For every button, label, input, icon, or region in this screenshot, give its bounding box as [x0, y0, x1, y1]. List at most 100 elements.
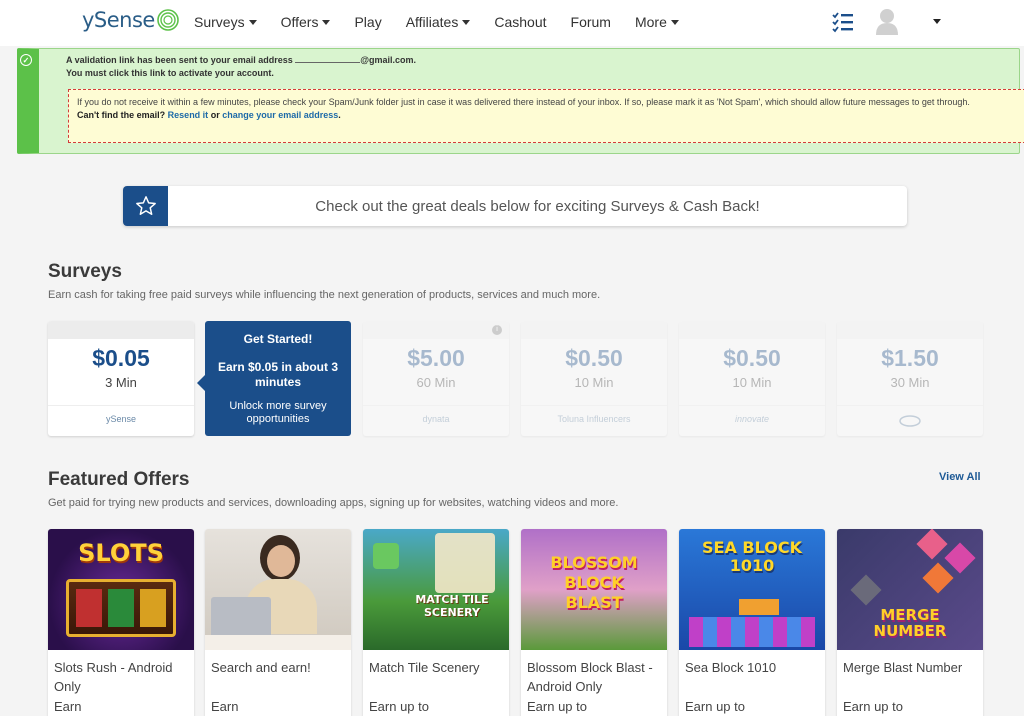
offers-subtitle: Get paid for trying new products and ser…: [48, 497, 619, 509]
surveys-subtitle: Earn cash for taking free paid surveys w…: [48, 289, 601, 301]
survey-card-top: [363, 321, 509, 339]
offer-image: [205, 529, 351, 650]
nav-label: Play: [354, 14, 382, 30]
offer-earn: Earn: [211, 699, 239, 714]
nav-offers[interactable]: Offers: [281, 14, 331, 30]
get-started-card[interactable]: Get Started! Earn $0.05 in about 3 minut…: [197, 321, 351, 436]
offer-card[interactable]: MERGE NUMBER Merge Blast Number Earn up …: [837, 529, 983, 716]
survey-price: $0.05: [92, 345, 150, 371]
survey-time: 30 Min: [890, 375, 930, 390]
survey-card-top: [679, 321, 825, 339]
offer-earn: Earn up to: [369, 699, 429, 714]
deals-text: Check out the great deals below for exci…: [315, 198, 760, 215]
offer-image-title: SLOTS: [78, 539, 164, 567]
survey-card[interactable]: $5.00 60 Min dynata: [363, 321, 509, 436]
survey-price: $1.50: [881, 345, 939, 371]
offer-name: Sea Block 1010: [685, 660, 777, 675]
period-text: .: [338, 110, 341, 120]
nav-cashout[interactable]: Cashout: [494, 14, 546, 30]
provider-logo-icon: [899, 415, 921, 427]
survey-price: $5.00: [407, 345, 465, 371]
offer-name: Match Tile Scenery: [369, 660, 480, 675]
info-icon[interactable]: i: [492, 325, 502, 335]
nav-play[interactable]: Play: [354, 14, 381, 30]
view-all-link[interactable]: View All: [939, 471, 981, 483]
survey-card-top: [48, 321, 194, 339]
offer-earn: Earn: [54, 699, 82, 714]
offer-image-title: MERGE NUMBER: [873, 606, 947, 640]
check-circle-icon: ✓: [20, 54, 32, 66]
or-text: or: [210, 110, 220, 120]
nav-label: More: [634, 14, 667, 30]
logo-text: ySense: [82, 8, 155, 32]
survey-time: 60 Min: [416, 375, 456, 390]
surveys-title: Surveys: [48, 261, 122, 282]
cant-find-label: Can't find the email?: [77, 110, 166, 120]
offer-image: MATCH TILE SCENERY: [363, 529, 509, 650]
offer-name: Slots Rush - Android Only: [54, 660, 173, 694]
resend-link[interactable]: Resend it: [168, 110, 209, 120]
survey-price: $0.50: [723, 345, 781, 371]
nav-label: Surveys: [194, 14, 245, 30]
chevron-down-icon: [462, 19, 471, 25]
nav-forum[interactable]: Forum: [571, 14, 611, 30]
nav-label: Offers: [280, 14, 319, 30]
offer-card[interactable]: BLOSSOM BLOCK BLAST Blossom Block Blast …: [521, 529, 667, 716]
provider-logo: [837, 405, 983, 436]
offer-image: BLOSSOM BLOCK BLAST: [521, 529, 667, 650]
chevron-down-icon: [670, 19, 679, 25]
offer-card[interactable]: MATCH TILE SCENERY Match Tile Scenery Ea…: [363, 529, 509, 716]
chevron-down-icon: [322, 19, 331, 25]
ysense-logo[interactable]: ySense: [82, 8, 180, 32]
offers-title: Featured Offers: [48, 469, 190, 490]
get-started-unlock: Unlock more survey opportunities: [229, 400, 327, 425]
offer-name: Merge Blast Number: [843, 660, 963, 675]
spam-warning-box: If you do not receive it within a few mi…: [68, 89, 1024, 143]
nav-label: Affiliates: [405, 14, 459, 30]
offer-card[interactable]: SEA BLOCK 1010 Sea Block 1010 Earn up to: [679, 529, 825, 716]
offer-earn: Earn up to: [527, 699, 587, 714]
top-header: ySense Surveys Offers Play Affiliates Ca…: [0, 0, 1024, 46]
validation-banner: A validation link has been sent to your …: [17, 48, 1024, 154]
star-icon: [123, 186, 168, 226]
survey-card-top: [837, 321, 983, 339]
offer-image-title: BLOSSOM BLOCK BLAST: [550, 553, 638, 612]
survey-card[interactable]: $1.50 30 Min: [837, 321, 983, 436]
offer-earn: Earn up to: [843, 699, 903, 714]
survey-card-top: [521, 321, 667, 339]
nav-label: Forum: [570, 14, 611, 30]
banner-line-1: A validation link has been sent to your …: [66, 55, 416, 65]
deals-bar: Check out the great deals below for exci…: [123, 186, 907, 226]
offer-earn: Earn up to: [685, 699, 745, 714]
chevron-down-icon: [248, 19, 257, 25]
survey-time: 10 Min: [574, 375, 614, 390]
checklist-icon[interactable]: [832, 11, 854, 33]
survey-time: 10 Min: [732, 375, 772, 390]
change-email-link[interactable]: change your email address: [222, 110, 338, 120]
offer-card[interactable]: Search and earn! Earn: [205, 529, 351, 716]
nav-more[interactable]: More: [635, 14, 679, 30]
get-started-title: Get Started!: [243, 332, 313, 346]
offer-image: SEA BLOCK 1010: [679, 529, 825, 650]
user-avatar-icon[interactable]: [874, 7, 900, 35]
offer-image-title: SEA BLOCK 1010: [702, 538, 802, 575]
survey-time: 3 Min: [105, 375, 137, 390]
masked-email: [295, 55, 361, 63]
survey-card[interactable]: $0.05 3 Min ySense: [48, 321, 194, 436]
banner-text: A validation link has been sent to your …: [66, 55, 293, 65]
chevron-down-icon[interactable]: [933, 19, 941, 24]
nav-affiliates[interactable]: Affiliates: [406, 14, 471, 30]
nav-surveys[interactable]: Surveys: [194, 14, 257, 30]
warning-text: If you do not receive it within a few mi…: [77, 97, 970, 107]
offer-image: SLOTS: [48, 529, 194, 650]
nav-label: Cashout: [494, 14, 547, 30]
survey-card[interactable]: $0.50 10 Min Toluna Influencers: [521, 321, 667, 436]
survey-card[interactable]: $0.50 10 Min innovate: [679, 321, 825, 436]
offer-card[interactable]: SLOTS Slots Rush - Android Only Earn: [48, 529, 194, 716]
logo-swirl-icon: [157, 9, 179, 31]
get-started-earn: Earn $0.05 in about 3 minutes: [217, 360, 339, 389]
offer-name: Search and earn!: [211, 660, 311, 675]
email-domain: @gmail.com.: [360, 55, 417, 65]
provider-logo: innovate: [679, 405, 825, 436]
offer-image: MERGE NUMBER: [837, 529, 983, 650]
